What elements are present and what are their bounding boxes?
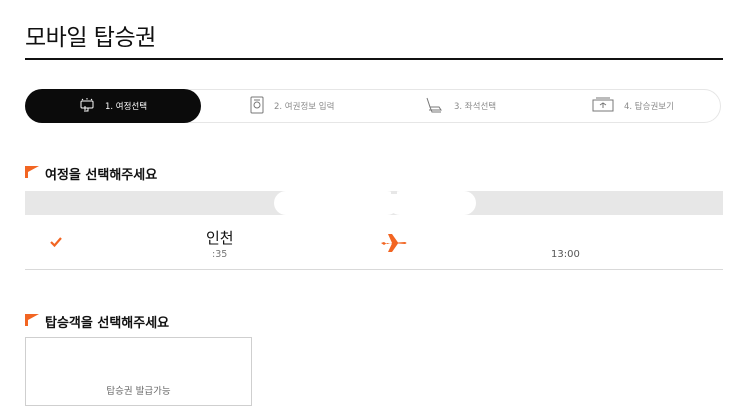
checkmark-icon <box>49 233 63 248</box>
origin-city: 인천 <box>206 229 234 247</box>
touch-hand-icon <box>79 97 95 116</box>
section-title: 탑승객을 선택해주세요 <box>45 316 170 331</box>
passenger-card[interactable]: 탑승권 발급가능 <box>25 337 252 406</box>
step-boarding-pass[interactable]: 4. 탑승권보기 <box>592 90 674 122</box>
title-divider <box>25 58 723 60</box>
step-progress: 1. 여정선택 2. 여권정보 입력 3. 좌석선택 4. 탑승권보기 <box>25 89 721 123</box>
passport-icon <box>250 96 264 117</box>
step-label: 1. 여정선택 <box>104 102 148 112</box>
itinerary-heading: 여정을 선택해주세요 <box>25 164 157 183</box>
passenger-heading: 탑승객을 선택해주세요 <box>25 312 169 331</box>
step-seat[interactable]: 3. 좌석선택 <box>424 90 496 122</box>
departure-time: :35 <box>212 249 228 260</box>
step-itinerary[interactable]: 1. 여정선택 <box>25 89 201 123</box>
airplane-icon <box>380 233 408 253</box>
page-title: 모바일 탑승권 <box>25 25 156 51</box>
arrival-time: 13:00 <box>551 249 580 260</box>
step-label: 3. 좌석선택 <box>454 102 497 112</box>
section-title: 여정을 선택해주세요 <box>45 168 158 183</box>
orange-flag-icon <box>25 313 45 330</box>
seat-icon <box>424 96 444 117</box>
step-label: 2. 여권정보 입력 <box>274 102 335 112</box>
orange-flag-icon <box>25 165 45 182</box>
header-pill <box>274 191 399 215</box>
step-label: 4. 탑승권보기 <box>624 102 674 112</box>
ticket-icon <box>592 97 614 116</box>
step-passport[interactable]: 2. 여권정보 입력 <box>250 90 334 122</box>
boarding-pass-status: 탑승권 발급가능 <box>106 386 171 397</box>
header-pill <box>388 191 476 215</box>
row-divider <box>25 269 723 270</box>
